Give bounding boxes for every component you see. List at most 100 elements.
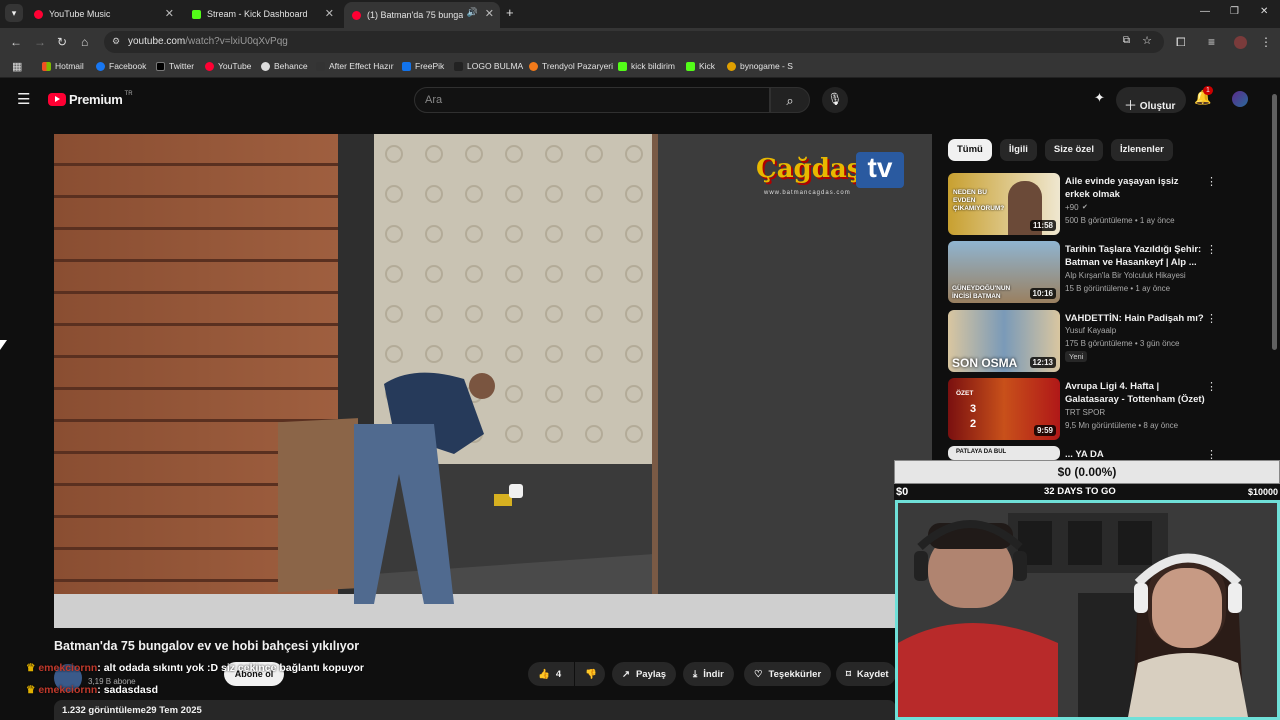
bookmark-youtube[interactable]: YouTube (205, 61, 251, 71)
new-tab-icon[interactable]: + (506, 5, 514, 20)
watermark-tv: tv (856, 152, 904, 188)
video-player[interactable]: Çağdaş tv www.batmancagdas.com (54, 134, 932, 628)
mic-icon: 🎙 (827, 92, 843, 106)
video-frame (54, 134, 932, 628)
tab-youtube-music[interactable]: YouTube Music ✕ (26, 4, 180, 24)
apps-grid-icon[interactable]: ▦ (12, 60, 22, 73)
rec-channel[interactable]: Yusuf Kayaalp (1065, 326, 1116, 335)
bookmark-logo-bulma[interactable]: LOGO BULMA (454, 61, 523, 71)
tab-list-icon[interactable]: ▾ (5, 4, 23, 22)
rec-channel[interactable]: +90 (1065, 203, 1079, 212)
rec-meta: 15 B görüntüleme • 1 ay önce (1065, 284, 1171, 293)
kick-icon (192, 9, 201, 19)
video-thumbnail[interactable]: SON OSMA 12:13 (948, 310, 1060, 372)
recommendation-item[interactable]: SON OSMA 12:13 VAHDETTİN: Hain Padişah m… (948, 310, 1218, 374)
menu-icon[interactable]: ⋮ (1260, 35, 1272, 49)
site-info-icon[interactable]: ⚙ (112, 36, 120, 47)
window-close-icon[interactable]: ✕ (1260, 6, 1268, 17)
url-field[interactable]: ⚙ youtube.com/watch?v=lxiU0qXvPqg ⧉ ☆ (104, 31, 1164, 53)
more-options-icon[interactable]: ⋮ (1206, 243, 1217, 256)
freepik-icon (402, 61, 411, 71)
close-icon[interactable]: ✕ (485, 7, 494, 20)
tab-kick-dashboard[interactable]: Stream - Kick Dashboard ✕ (184, 4, 340, 24)
thanks-icon: ♡ (754, 668, 763, 680)
video-thumbnail[interactable]: ÖZET 32 9:59 (948, 378, 1060, 440)
watermark-url: www.batmancagdas.com (764, 190, 851, 196)
bookmark-hotmail[interactable]: Hotmail (42, 61, 84, 71)
close-icon[interactable]: ✕ (325, 7, 334, 20)
video-thumbnail[interactable]: PATLAYA DA BUL (948, 446, 1060, 460)
extensions-icon[interactable]: ⧠ (1176, 35, 1186, 50)
recommendation-item[interactable]: NEDEN BU EVDEN ÇIKAMIYORUM? 11:58 Aile e… (948, 173, 1218, 237)
install-app-icon[interactable]: ⧉ (1123, 35, 1130, 46)
rec-title[interactable]: Aile evinde yaşayan işsiz erkek olmak (1065, 175, 1205, 201)
thumbnail-text: PATLAYA DA BUL (956, 449, 1007, 455)
recommendation-item[interactable]: PATLAYA DA BUL ... YA DA ⋮ (948, 446, 1218, 461)
bookmark-bynogame[interactable]: bynogame - S (727, 61, 793, 71)
bookmark-kick[interactable]: Kick (686, 61, 715, 71)
download-button[interactable]: ⤓ İndir (683, 662, 734, 686)
more-options-icon[interactable]: ⋮ (1206, 380, 1217, 393)
video-thumbnail[interactable]: NEDEN BU EVDEN ÇIKAMIYORUM? 11:58 (948, 173, 1060, 235)
share-icon: ↗ (622, 668, 630, 680)
close-icon[interactable]: ✕ (165, 7, 174, 20)
thumbs-down-icon: 👎 (585, 668, 597, 680)
kick-icon (618, 61, 627, 71)
minimize-icon[interactable]: — (1200, 6, 1210, 17)
duration-badge: 9:59 (1033, 425, 1056, 436)
home-icon[interactable]: ⌂ (81, 35, 88, 49)
video-thumbnail[interactable]: GÜNEYDOĞU'NUN İNCİSİ BATMAN 10:16 (948, 241, 1060, 303)
facebook-icon (96, 61, 105, 71)
youtube-logo[interactable]: Premium TR (48, 91, 133, 107)
chip-for-you[interactable]: Size özel (1044, 139, 1103, 161)
rec-channel[interactable]: Alp Kırşan'la Bir Yolculuk Hikayesi (1065, 271, 1186, 280)
tab-youtube-video[interactable]: (1) Batman'da 75 bungalov 🔊 ✕ (344, 2, 500, 28)
like-button[interactable]: 👍 4 (528, 662, 574, 686)
account-avatar[interactable] (1232, 91, 1248, 107)
rec-title[interactable]: Tarihin Taşlara Yazıldığı Şehir: Batman … (1065, 243, 1205, 269)
profile-avatar[interactable] (1234, 36, 1247, 49)
gem-icon[interactable]: ✦ (1094, 90, 1105, 106)
search-input[interactable]: Ara (414, 87, 770, 113)
back-icon[interactable]: ← (10, 35, 22, 49)
voice-search-button[interactable]: 🎙 (822, 87, 848, 113)
bookmark-after-effect[interactable]: After Effect Hazır (316, 61, 394, 71)
reload-icon[interactable]: ↻ (57, 35, 67, 49)
chip-watched[interactable]: İzlenenler (1110, 139, 1173, 161)
bookmark-behance[interactable]: Behance (261, 61, 308, 71)
forward-icon[interactable]: → (34, 35, 46, 49)
bookmark-trendyol[interactable]: Trendyol Pazaryeri (529, 61, 613, 71)
search-button[interactable]: ⌕ (770, 87, 810, 113)
rec-title[interactable]: VAHDETTİN: Hain Padişah mı? (1065, 312, 1205, 325)
view-count: 1.232 görüntüleme (62, 705, 146, 716)
page-scrollbar[interactable] (1272, 94, 1277, 350)
share-button[interactable]: ↗ Paylaş (612, 662, 677, 686)
speaker-icon[interactable]: 🔊 (467, 7, 478, 18)
description-box[interactable]: 1.232 görüntüleme 29 Tem 2025 (54, 700, 896, 720)
chat-username: emekciornn (38, 662, 98, 674)
duration-badge: 11:58 (1029, 220, 1056, 231)
thanks-button[interactable]: ♡ Teşekkürler (744, 662, 832, 686)
chip-related[interactable]: İlgili (999, 139, 1037, 161)
recommendation-item[interactable]: ÖZET 32 9:59 Avrupa Ligi 4. Hafta | Gala… (948, 378, 1218, 442)
bookmark-twitter[interactable]: Twitter (156, 61, 194, 71)
recommendation-item[interactable]: GÜNEYDOĞU'NUN İNCİSİ BATMAN 10:16 Tarihi… (948, 241, 1218, 305)
bookmark-freepik[interactable]: FreePik (402, 61, 444, 71)
rec-channel[interactable]: TRT SPOR (1065, 408, 1105, 417)
save-button[interactable]: ⌑ Kaydet (836, 662, 896, 686)
chip-all[interactable]: Tümü (948, 139, 992, 161)
more-options-icon[interactable]: ⋮ (1206, 312, 1217, 325)
channel-watermark: Çağdaş tv www.batmancagdas.com (756, 152, 906, 200)
duration-badge: 12:13 (1029, 357, 1056, 368)
restore-icon[interactable]: ❐ (1230, 6, 1239, 17)
bookmark-kick-bildirim[interactable]: kick bildirim (618, 61, 675, 71)
create-button[interactable]: ＋ Oluştur (1116, 87, 1186, 113)
star-icon[interactable]: ☆ (1142, 34, 1152, 47)
media-icon[interactable]: ≡ (1208, 35, 1215, 49)
more-options-icon[interactable]: ⋮ (1206, 175, 1217, 188)
bookmark-facebook[interactable]: Facebook (96, 61, 146, 71)
behance-icon (261, 61, 270, 71)
hamburger-menu-icon[interactable]: ☰ (17, 90, 30, 108)
rec-title[interactable]: Avrupa Ligi 4. Hafta | Galatasaray - Tot… (1065, 380, 1205, 406)
dislike-button[interactable]: 👎 (575, 662, 605, 686)
